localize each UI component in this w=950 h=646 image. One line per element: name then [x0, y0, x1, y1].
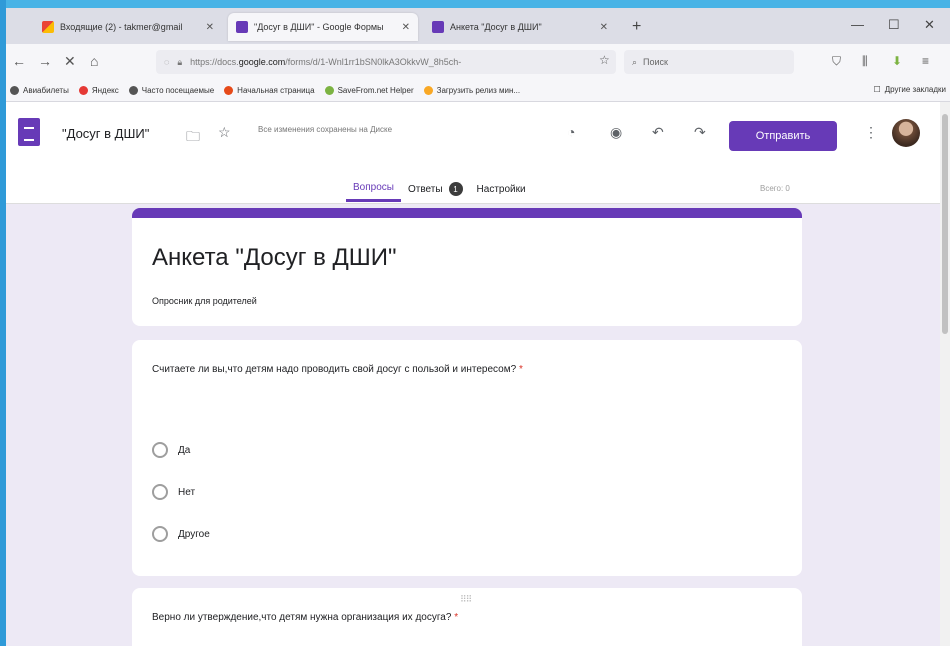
bookmark-item[interactable]: SaveFrom.net Helper	[324, 86, 414, 95]
radio-option[interactable]: Нет	[152, 484, 195, 500]
forms-header: "Досуг в ДШИ" 🗀︎ ☆ Все изменения сохране…	[6, 102, 940, 204]
tab-strip: Входящие (2) - takmer@gmail ✕ "Досуг в Д…	[6, 8, 950, 44]
scroll-thumb[interactable]	[942, 114, 948, 334]
shield-icon: ◌	[164, 57, 170, 67]
folder-icon[interactable]: 🗀︎	[186, 126, 200, 150]
radio-button[interactable]	[152, 484, 168, 500]
star-icon[interactable]: ☆	[599, 53, 610, 67]
url-text: https://docs.google.com/forms/d/1-Wnl1rr…	[190, 57, 462, 67]
redo-icon[interactable]: ↷	[694, 124, 706, 141]
send-button[interactable]: Отправить	[729, 121, 837, 151]
form-title-card[interactable]: Анкета "Досуг в ДШИ" Опросник для родите…	[132, 208, 802, 326]
forward-icon[interactable]: →	[38, 53, 52, 69]
folder-icon: ☐	[873, 85, 881, 94]
tab-label: Анкета "Досуг в ДШИ"	[450, 22, 542, 32]
slide-frame-top	[0, 0, 950, 8]
save-status: Все изменения сохранены на Диске	[258, 125, 393, 134]
home-icon[interactable]: ⌂	[90, 53, 98, 69]
gmail-icon	[42, 21, 54, 33]
firefox-icon	[224, 86, 234, 95]
search-placeholder: Поиск	[643, 57, 668, 67]
document-title[interactable]: "Досуг в ДШИ"	[62, 126, 149, 141]
gear-icon	[128, 86, 138, 95]
tab-label: Входящие (2) - takmer@gmail	[60, 22, 183, 32]
download-icon	[423, 86, 433, 95]
required-mark: *	[454, 612, 459, 623]
search-icon: ⌕	[632, 56, 638, 67]
close-window-icon[interactable]: ✕	[924, 17, 935, 33]
address-bar[interactable]: ◌ 🔒︎ https://docs.google.com/forms/d/1-W…	[156, 50, 616, 74]
radio-button[interactable]	[152, 526, 168, 542]
library-icon[interactable]: ⫼	[862, 54, 868, 69]
tab-questions[interactable]: Вопросы	[346, 176, 401, 202]
browser-tab-forms-view[interactable]: Анкета "Досуг в ДШИ" ✕	[424, 13, 616, 41]
palette-icon[interactable]: ◔	[567, 124, 575, 140]
radio-button[interactable]	[152, 442, 168, 458]
tab-settings[interactable]: Настройки	[470, 176, 533, 202]
close-icon[interactable]: ✕	[206, 22, 214, 33]
question-card[interactable]: Считаете ли вы,что детям надо проводить …	[132, 340, 802, 576]
total-points: Всего: 0	[760, 184, 790, 193]
form-tabs: Вопросы Ответы 1 Настройки	[346, 176, 533, 202]
pocket-icon[interactable]: ⛉	[832, 54, 841, 69]
google-forms-logo-icon[interactable]	[18, 118, 40, 146]
radio-option[interactable]: Да	[152, 442, 190, 458]
more-vert-icon[interactable]: ⋮	[864, 124, 878, 141]
bookmark-item[interactable]: Яндекс	[78, 86, 119, 95]
yandex-icon	[78, 86, 88, 95]
savefrom-icon	[324, 86, 334, 95]
tab-label: "Досуг в ДШИ" - Google Формы	[254, 22, 384, 32]
extension-icon[interactable]: ⬇	[892, 54, 902, 68]
browser-window: Входящие (2) - takmer@gmail ✕ "Досуг в Д…	[6, 8, 950, 646]
undo-icon[interactable]: ↶	[652, 124, 664, 141]
drag-handle-icon[interactable]: ⠿⠿	[460, 594, 472, 605]
avatar[interactable]	[892, 119, 920, 147]
minimize-icon[interactable]: —	[851, 17, 864, 32]
scrollbar[interactable]	[940, 102, 950, 646]
stop-icon[interactable]: ✕	[64, 53, 76, 70]
bookmark-item[interactable]: Загрузить релиз мин...	[423, 86, 520, 95]
maximize-icon[interactable]: ☐	[888, 17, 900, 33]
bookmark-item[interactable]: Авиабилеты	[10, 86, 69, 95]
star-icon[interactable]: ☆	[218, 124, 231, 141]
eye-icon[interactable]: ◉	[610, 124, 622, 141]
navigation-bar: ← → ✕ ⌂ ◌ 🔒︎ https://docs.google.com/for…	[6, 44, 950, 80]
question-text[interactable]: Верно ли утверждение,что детям нужна орг…	[152, 612, 458, 623]
lock-icon: 🔒︎	[177, 56, 183, 67]
other-bookmarks[interactable]: ☐ Другие закладки	[874, 85, 946, 94]
bookmark-item[interactable]: Часто посещаемые	[128, 86, 214, 95]
tab-responses[interactable]: Ответы 1	[401, 176, 470, 202]
close-icon[interactable]: ✕	[402, 22, 410, 33]
forms-icon	[236, 21, 248, 33]
globe-icon	[10, 86, 19, 95]
form-description[interactable]: Опросник для родителей	[152, 296, 257, 306]
new-tab-button[interactable]: +	[632, 18, 641, 36]
browser-tab-gmail[interactable]: Входящие (2) - takmer@gmail ✕	[34, 13, 222, 41]
option-label: Нет	[178, 486, 196, 498]
question-card[interactable]: ⠿⠿ Верно ли утверждение,что детям нужна …	[132, 588, 802, 646]
form-title[interactable]: Анкета "Досуг в ДШИ"	[152, 244, 397, 272]
back-icon[interactable]: ←	[12, 53, 26, 69]
question-text[interactable]: Считаете ли вы,что детям надо проводить …	[152, 364, 523, 375]
browser-tab-forms-edit[interactable]: "Досуг в ДШИ" - Google Формы ✕	[228, 13, 418, 41]
search-input[interactable]: ⌕ Поиск	[624, 50, 794, 74]
radio-option[interactable]: Другое	[152, 526, 210, 542]
menu-icon[interactable]: ≡	[922, 54, 929, 68]
bookmark-item[interactable]: Начальная страница	[224, 86, 315, 95]
responses-badge: 1	[448, 182, 463, 196]
forms-icon	[432, 21, 444, 33]
option-label: Да	[178, 444, 191, 456]
close-icon[interactable]: ✕	[600, 22, 608, 33]
bookmarks-bar: Авиабилеты Яндекс Часто посещаемые Начал…	[6, 80, 950, 102]
required-mark: *	[518, 364, 523, 375]
option-label: Другое	[178, 528, 210, 540]
